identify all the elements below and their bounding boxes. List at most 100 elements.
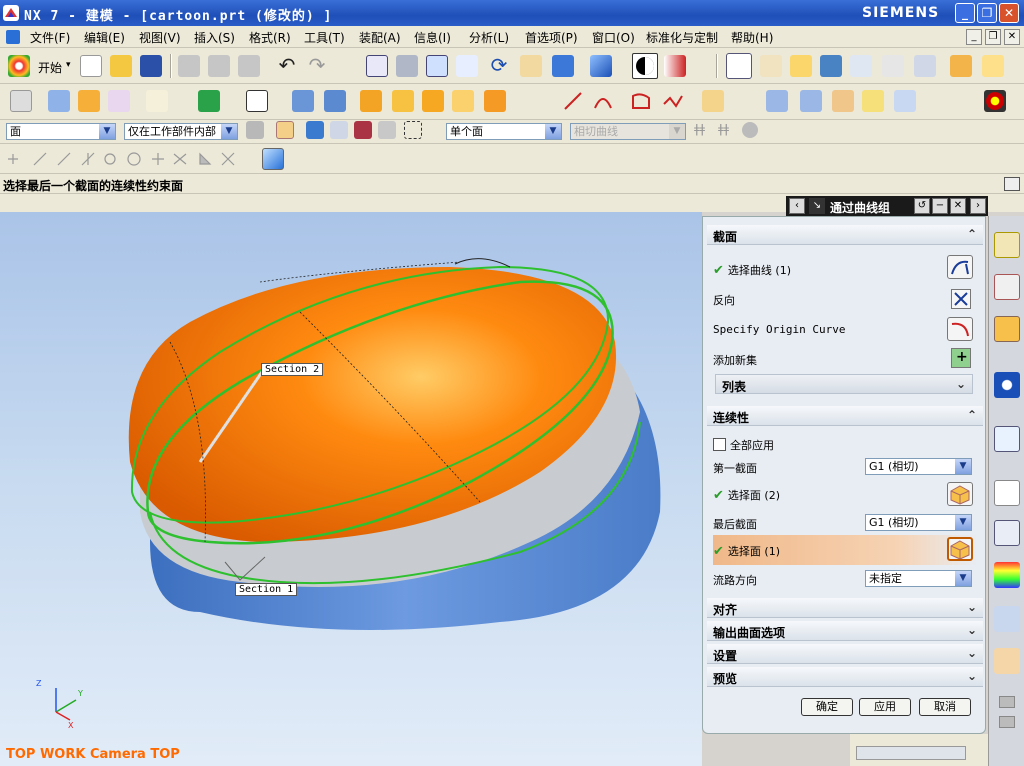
- roles-icon[interactable]: [994, 648, 1020, 674]
- perspective-icon[interactable]: [552, 55, 574, 77]
- scope-combo[interactable]: 仅在工作部件内部 ▼: [124, 123, 238, 140]
- mdi-restore-button[interactable]: ❐: [985, 29, 1001, 45]
- unite-icon[interactable]: [484, 90, 506, 112]
- add-new-set-button[interactable]: +: [951, 348, 971, 368]
- type-filter-combo[interactable]: 面 ▼: [6, 123, 116, 140]
- system-materials-icon[interactable]: [994, 520, 1020, 546]
- cue-expand-icon[interactable]: [1004, 177, 1020, 191]
- menu-analysis[interactable]: 分析(L): [469, 29, 509, 46]
- settings-group-header[interactable]: 设置 ⌄: [707, 644, 983, 664]
- select-filter-icon[interactable]: [726, 53, 752, 79]
- palette-icon[interactable]: [994, 562, 1020, 588]
- last-section-combo[interactable]: G1 (相切) ▼: [865, 514, 972, 531]
- vector-icon[interactable]: [820, 55, 842, 77]
- part-navigator-icon[interactable]: [10, 90, 32, 112]
- apply-button[interactable]: 应用: [859, 698, 911, 716]
- arc-icon[interactable]: [592, 90, 614, 112]
- process-studio-icon[interactable]: [994, 606, 1020, 632]
- reverse-direction-button[interactable]: [951, 289, 971, 309]
- zoom-icon[interactable]: [426, 55, 448, 77]
- line-icon[interactable]: [562, 90, 584, 112]
- copy-icon[interactable]: [208, 55, 230, 77]
- ok-button[interactable]: 确定: [801, 698, 853, 716]
- redo-icon[interactable]: ↷: [306, 55, 328, 77]
- cursor-icon[interactable]: [882, 55, 904, 77]
- clock-icon[interactable]: [994, 480, 1020, 506]
- arrow-icon[interactable]: [306, 121, 324, 139]
- mdi-close-button[interactable]: ✕: [1004, 29, 1020, 45]
- surface-icon-3[interactable]: [108, 90, 130, 112]
- cut-icon[interactable]: [178, 55, 200, 77]
- display-icon[interactable]: [664, 55, 686, 77]
- save-icon[interactable]: [140, 55, 162, 77]
- cancel-button[interactable]: 取消: [919, 698, 971, 716]
- select-body-icon[interactable]: [330, 121, 348, 139]
- list-subgroup-header[interactable]: 列表 ⌄: [715, 374, 973, 394]
- graphics-viewport[interactable]: Z Y X Section 2 Section 1 TOP WORK Camer…: [0, 212, 702, 766]
- web-browser-icon[interactable]: [994, 372, 1020, 398]
- first-face-select-button[interactable]: [947, 482, 973, 506]
- datum-plane-icon[interactable]: [246, 90, 268, 112]
- shell-icon[interactable]: [452, 90, 474, 112]
- constraint-navigator-icon[interactable]: [994, 274, 1020, 300]
- surface-icon-2[interactable]: [78, 90, 100, 112]
- rotate-icon[interactable]: ⟳: [488, 55, 510, 77]
- block-icon[interactable]: [360, 90, 382, 112]
- freeform-icon-3[interactable]: [832, 90, 854, 112]
- surface-icon-1[interactable]: [48, 90, 70, 112]
- open-folder-icon[interactable]: [110, 55, 132, 77]
- continuity-group-header[interactable]: 连续性 ⌃: [707, 406, 983, 426]
- dialog-pin-icon[interactable]: ↘: [809, 198, 825, 214]
- dialog-reset-icon[interactable]: ↺: [914, 198, 930, 214]
- paste-icon[interactable]: [238, 55, 260, 77]
- rectangle-select-icon[interactable]: [404, 121, 422, 139]
- dialog-collapse-icon[interactable]: −: [932, 198, 948, 214]
- curve-tool-icon[interactable]: [702, 90, 724, 112]
- undo-icon[interactable]: ↶: [276, 55, 298, 77]
- freeform-icon-4[interactable]: [862, 90, 884, 112]
- assembly-navigator-icon[interactable]: [994, 232, 1020, 258]
- dialog-title-bar[interactable]: ‹ ↘ 通过曲线组 ↺ − ✕ ›: [786, 196, 988, 216]
- surface-icon-4[interactable]: [146, 90, 168, 112]
- zoom-window-icon[interactable]: [396, 55, 418, 77]
- minimize-button[interactable]: _: [955, 3, 975, 23]
- shaded-view-icon[interactable]: [632, 53, 658, 79]
- menu-insert[interactable]: 插入(S): [194, 29, 235, 46]
- freeform-icon-2[interactable]: [800, 90, 822, 112]
- menu-file[interactable]: 文件(F): [30, 29, 70, 46]
- snap-icon[interactable]: [760, 55, 782, 77]
- scroll-down-arrow[interactable]: [999, 716, 1015, 728]
- face-rule-combo[interactable]: 单个面 ▼: [446, 123, 562, 140]
- color-palette-icon[interactable]: [984, 90, 1006, 112]
- freeform-icon-1[interactable]: [766, 90, 788, 112]
- freeform-icon-5[interactable]: [894, 90, 916, 112]
- menu-assembly[interactable]: 装配(A): [359, 29, 401, 46]
- model-render[interactable]: Z Y X: [0, 212, 702, 766]
- blend-icon[interactable]: [392, 90, 414, 112]
- preview-group-header[interactable]: 预览 ⌄: [707, 667, 983, 687]
- extrude-icon[interactable]: [292, 90, 314, 112]
- mdi-minimize-button[interactable]: _: [966, 29, 982, 45]
- apply-all-row[interactable]: 全部应用: [713, 437, 774, 453]
- menu-tools[interactable]: 工具(T): [304, 29, 345, 46]
- apply-all-checkbox[interactable]: [713, 438, 726, 451]
- menu-standardize[interactable]: 标准化与定制: [646, 29, 718, 46]
- point-icon[interactable]: [790, 55, 812, 77]
- pan-icon[interactable]: [520, 55, 542, 77]
- close-button[interactable]: ✕: [999, 3, 1019, 23]
- transform-icon[interactable]: [850, 55, 872, 77]
- deselect-icon[interactable]: [914, 55, 936, 77]
- start-dropdown-icon[interactable]: ▾: [66, 60, 71, 70]
- menu-view[interactable]: 视图(V): [139, 29, 181, 46]
- start-menu-label[interactable]: 开始: [38, 59, 62, 76]
- section-group-header[interactable]: 截面 ⌃: [707, 225, 983, 245]
- measure-icon[interactable]: [950, 55, 972, 77]
- spline-icon[interactable]: [662, 90, 684, 112]
- select-all-icon[interactable]: [378, 121, 396, 139]
- revolve-icon[interactable]: [324, 90, 346, 112]
- output-options-group-header[interactable]: 输出曲面选项 ⌄: [707, 621, 983, 641]
- menu-help[interactable]: 帮助(H): [731, 29, 773, 46]
- menu-window[interactable]: 窗口(O): [592, 29, 635, 46]
- history-icon[interactable]: [994, 426, 1020, 452]
- origin-curve-button[interactable]: [947, 317, 973, 341]
